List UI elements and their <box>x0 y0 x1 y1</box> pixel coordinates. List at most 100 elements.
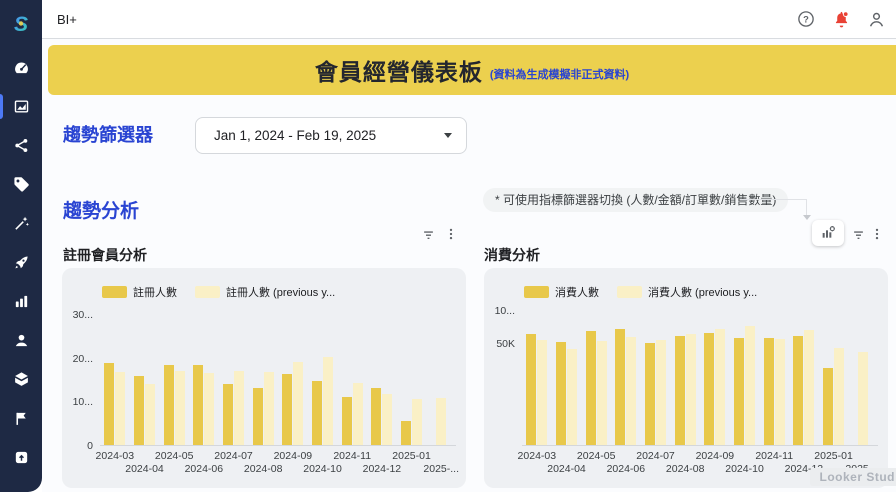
help-button[interactable]: ? <box>796 9 816 29</box>
bar-previous[interactable] <box>567 348 577 445</box>
left-chart-more-button[interactable] <box>442 225 460 243</box>
bar-previous[interactable] <box>656 339 667 445</box>
bar-current[interactable] <box>163 365 174 445</box>
bar-current[interactable] <box>193 365 204 445</box>
looker-studio-watermark[interactable]: Looker Stud <box>810 468 896 486</box>
x-axis-label: 2024-10 <box>725 463 764 475</box>
x-axis-label: 2024-06 <box>606 463 646 475</box>
registration-chart: 註冊人數 註冊人數 (previous y... 30... 20... 10...… <box>62 268 466 488</box>
x-axis-label: 2024-11 <box>333 450 372 462</box>
bar-previous[interactable] <box>115 371 126 445</box>
sidebar-item-analytics[interactable] <box>0 282 42 321</box>
legend-label: 註冊人數 <box>133 287 177 299</box>
bar-previous[interactable] <box>174 370 185 445</box>
bar-previous[interactable] <box>774 338 785 445</box>
bar-current[interactable] <box>312 380 323 445</box>
chart-config-icon <box>822 226 835 238</box>
x-axis-label: 2024-03 <box>95 450 135 462</box>
bar-current[interactable] <box>823 368 834 445</box>
bar-current[interactable] <box>734 337 745 445</box>
bar-group <box>819 347 849 445</box>
dashboard-icon <box>14 62 28 74</box>
notifications-button[interactable] <box>831 9 851 29</box>
account-button[interactable] <box>866 9 886 29</box>
sidebar-item-flags[interactable] <box>0 399 42 438</box>
bar-current[interactable] <box>674 335 685 445</box>
legend-item-current[interactable]: 消費人數 <box>524 284 599 300</box>
bar-current[interactable] <box>704 332 715 445</box>
sidebar-item-export[interactable] <box>0 438 42 477</box>
bar-previous[interactable] <box>745 326 756 445</box>
bar-previous[interactable] <box>234 370 245 445</box>
bar-previous[interactable] <box>204 372 215 445</box>
legend-label: 註冊人數 (previous y... <box>226 287 336 299</box>
bar-current[interactable] <box>585 331 596 445</box>
app-logo[interactable]: S <box>0 0 42 48</box>
sidebar-item-members[interactable] <box>0 321 42 360</box>
legend-swatch <box>195 286 220 298</box>
bar-previous[interactable] <box>596 340 607 445</box>
bar-current[interactable] <box>763 337 774 445</box>
page-title: 會員經營儀表板 <box>314 59 483 85</box>
sidebar-item-products[interactable] <box>0 360 42 399</box>
share-icon <box>14 138 27 153</box>
bar-previous[interactable] <box>537 339 548 445</box>
right-chart-more-button[interactable] <box>868 225 886 243</box>
bar-previous[interactable] <box>834 347 845 445</box>
filter-icon <box>853 230 863 239</box>
x-axis-label: 2024-08 <box>665 463 705 475</box>
bar-current[interactable] <box>134 375 144 445</box>
bar-previous[interactable] <box>626 336 637 445</box>
bar-current[interactable] <box>371 387 382 445</box>
bar-previous[interactable] <box>436 397 447 445</box>
sidebar-item-reports[interactable] <box>0 87 42 126</box>
bar-previous[interactable] <box>263 371 274 445</box>
bar-previous[interactable] <box>382 393 393 445</box>
report-canvas: 會員經營儀表板 (資料為生成模擬非正式資料) 趨勢篩選器 Jan 1, 2024… <box>42 39 896 492</box>
bar-current[interactable] <box>104 363 115 445</box>
bar-previous[interactable] <box>145 383 155 445</box>
user-icon <box>15 334 27 347</box>
bar-previous[interactable] <box>323 357 334 445</box>
bar-previous[interactable] <box>804 330 815 445</box>
bar-current[interactable] <box>645 342 656 445</box>
consumption-chart: 消費人數 消費人數 (previous y... 10... 50K 2024-0… <box>484 268 888 488</box>
page-subtitle: (資料為生成模擬非正式資料) <box>489 69 630 81</box>
bar-current[interactable] <box>793 335 804 445</box>
sidebar-item-share[interactable] <box>0 126 42 165</box>
bar-current[interactable] <box>341 396 352 445</box>
y-axis-tick: 10... <box>494 305 515 317</box>
sidebar-item-dashboard[interactable] <box>0 48 42 87</box>
bar-current[interactable] <box>615 329 626 445</box>
sidebar-item-tags[interactable] <box>0 165 42 204</box>
sidebar-item-magic[interactable] <box>0 204 42 243</box>
y-axis: 30... 20... 10... 0 <box>62 309 96 452</box>
product-label: BI+ <box>57 11 77 27</box>
legend-label: 消費人數 (previous y... <box>648 287 758 299</box>
bar-previous[interactable] <box>685 333 696 445</box>
bar-current[interactable] <box>556 341 566 445</box>
bar-current[interactable] <box>252 387 263 445</box>
bar-current[interactable] <box>401 421 412 445</box>
x-axis-label: 2025-01 <box>814 450 853 462</box>
bar-previous[interactable] <box>293 361 304 445</box>
chart-config-button[interactable] <box>812 220 844 246</box>
bar-previous[interactable] <box>858 351 869 445</box>
legend-item-previous[interactable]: 註冊人數 (previous y... <box>195 284 335 300</box>
right-chart-filter-button[interactable] <box>849 225 867 243</box>
left-chart-filter-button[interactable] <box>419 225 437 243</box>
bar-previous[interactable] <box>412 398 423 445</box>
more-options-icon <box>449 228 453 240</box>
legend-item-previous[interactable]: 消費人數 (previous y... <box>617 284 757 300</box>
trend-filter-label: 趨勢篩選器 <box>63 125 153 145</box>
bar-current[interactable] <box>223 384 234 445</box>
bar-previous[interactable] <box>352 382 363 445</box>
bar-current[interactable] <box>526 333 537 445</box>
date-range-picker[interactable]: Jan 1, 2024 - Feb 19, 2025 <box>195 117 467 154</box>
bar-group <box>397 398 427 445</box>
bar-previous[interactable] <box>715 329 726 445</box>
x-axis-label: 2024-12 <box>362 463 402 475</box>
sidebar-item-launch[interactable] <box>0 243 42 282</box>
legend-item-current[interactable]: 註冊人數 <box>102 284 177 300</box>
bar-current[interactable] <box>282 374 293 445</box>
